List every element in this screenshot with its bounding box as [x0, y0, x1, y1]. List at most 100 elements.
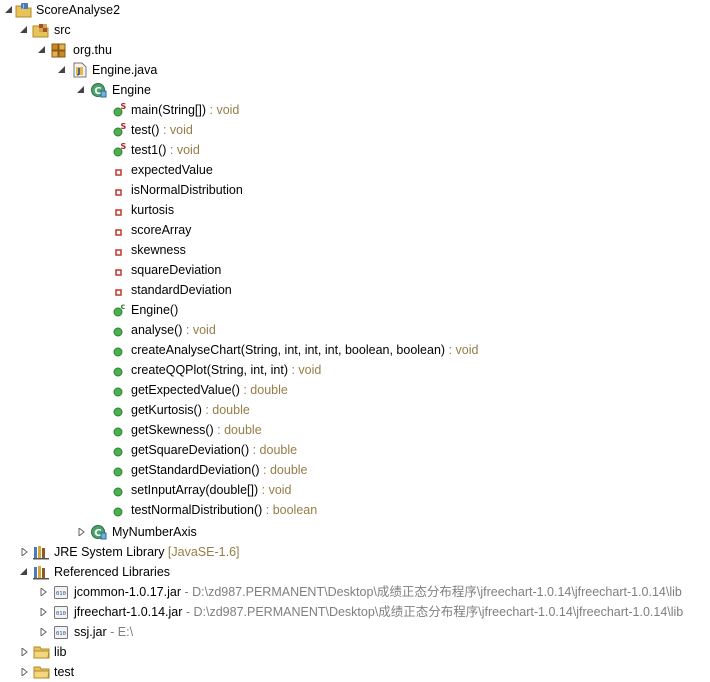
public-method-icon	[112, 402, 130, 418]
private-field-icon	[112, 162, 130, 178]
member-return-type: : void	[288, 363, 322, 377]
public-method-icon	[112, 502, 130, 518]
svg-text:S: S	[121, 102, 127, 111]
member-name: getSquareDeviation()	[131, 443, 250, 457]
jar-icon: 010	[53, 624, 71, 640]
member-name: test()	[131, 123, 160, 137]
twistie-collapsed-icon[interactable]	[40, 582, 50, 602]
member-return-type: : double	[213, 423, 262, 437]
package-icon	[50, 42, 68, 58]
twistie-collapsed-icon[interactable]	[78, 522, 88, 542]
member-name: expectedValue	[131, 163, 213, 177]
java-file-icon: J	[71, 62, 89, 78]
member-name: isNormalDistribution	[131, 183, 243, 197]
member-name: testNormalDistribution()	[131, 503, 263, 517]
member-name: standardDeviation	[131, 283, 232, 297]
folder-label: test	[54, 665, 75, 679]
private-field-icon	[112, 242, 130, 258]
folder-label: lib	[54, 645, 67, 659]
jar-path: - D:\zd987.PERMANENT\Desktop\成绩正态分布程序\jf…	[181, 585, 682, 599]
member-return-type: : void	[182, 323, 216, 337]
public-static-method-icon: S	[112, 122, 130, 138]
svg-text:010: 010	[56, 631, 66, 637]
svg-text:S: S	[121, 122, 127, 131]
class-icon: C	[90, 82, 108, 98]
svg-text:S: S	[121, 142, 127, 151]
svg-text:J: J	[77, 67, 81, 76]
package-label: org.thu	[73, 43, 112, 57]
svg-text:010: 010	[56, 611, 66, 617]
twistie-expanded-icon[interactable]	[38, 40, 48, 60]
public-method-icon	[112, 362, 130, 378]
java-project-icon: J	[15, 2, 33, 18]
member-return-type: : void	[258, 483, 292, 497]
member-name: scoreArray	[131, 223, 192, 237]
member-return-type: : void	[159, 123, 193, 137]
source-folder-icon	[32, 22, 50, 38]
public-static-method-icon: S	[112, 142, 130, 158]
jre-label: JRE System Library	[54, 545, 165, 559]
member-name: test1()	[131, 143, 167, 157]
class-icon: C	[90, 524, 108, 540]
member-return-type: : double	[259, 463, 308, 477]
member-name: analyse()	[131, 323, 183, 337]
public-static-method-icon: S	[112, 102, 130, 118]
inner-class-label: MyNumberAxis	[112, 525, 197, 539]
twistie-expanded-icon[interactable]	[20, 20, 30, 40]
member-name: getStandardDeviation()	[131, 463, 260, 477]
library-icon	[33, 544, 51, 560]
member-name: kurtosis	[131, 203, 175, 217]
member-name: setInputArray(double[])	[131, 483, 259, 497]
jar-name: jfreechart-1.0.14.jar	[74, 605, 183, 619]
jar-name: jcommon-1.0.17.jar	[74, 585, 181, 599]
member-return-type: : void	[166, 143, 200, 157]
jar-path: - D:\zd987.PERMANENT\Desktop\成绩正态分布程序\jf…	[182, 605, 684, 619]
private-field-icon	[112, 202, 130, 218]
member-name: Engine()	[131, 303, 179, 317]
package-explorer: { "tree": { "project": {"label": "ScoreA…	[0, 0, 710, 682]
folder-icon	[33, 644, 51, 660]
twistie-collapsed-icon[interactable]	[21, 542, 31, 562]
svg-text:J: J	[22, 4, 24, 10]
public-method-icon	[112, 482, 130, 498]
twistie-expanded-icon[interactable]	[58, 60, 68, 80]
public-method-icon	[112, 462, 130, 478]
constructor-icon: c	[112, 302, 130, 318]
member-return-type: : boolean	[262, 503, 318, 517]
member-name: squareDeviation	[131, 263, 222, 277]
member-return-type: : double	[249, 443, 298, 457]
svg-text:010: 010	[56, 591, 66, 597]
referenced-libraries-label: Referenced Libraries	[54, 565, 171, 579]
svg-text:c: c	[121, 302, 126, 311]
twistie-expanded-icon[interactable]	[5, 0, 15, 20]
twistie-collapsed-icon[interactable]	[40, 602, 50, 622]
jar-icon: 010	[53, 604, 71, 620]
src-label: src	[54, 23, 71, 37]
public-method-icon	[112, 422, 130, 438]
jre-version: [JavaSE-1.6]	[164, 545, 240, 559]
private-field-icon	[112, 262, 130, 278]
member-name: getExpectedValue()	[131, 383, 240, 397]
twistie-collapsed-icon[interactable]	[40, 622, 50, 642]
class-label: Engine	[112, 83, 151, 97]
twistie-expanded-icon[interactable]	[20, 562, 30, 582]
member-name: skewness	[131, 243, 186, 257]
jar-path: - E:\	[106, 625, 134, 639]
twistie-collapsed-icon[interactable]	[21, 662, 31, 682]
twistie-collapsed-icon[interactable]	[21, 642, 31, 662]
member-name: main(String[])	[131, 103, 207, 117]
public-method-icon	[112, 342, 130, 358]
jar-name: ssj.jar	[74, 625, 107, 639]
member-name: createAnalyseChart(String, int, int, int…	[131, 343, 446, 357]
member-name: createQQPlot(String, int, int)	[131, 363, 289, 377]
jar-icon: 010	[53, 584, 71, 600]
member-return-type: : double	[239, 383, 288, 397]
java-file-label: Engine.java	[92, 63, 158, 77]
private-field-icon	[112, 282, 130, 298]
member-return-type: : double	[201, 403, 250, 417]
public-method-icon	[112, 442, 130, 458]
public-method-icon	[112, 382, 130, 398]
twistie-expanded-icon[interactable]	[77, 80, 87, 100]
member-name: getSkewness()	[131, 423, 214, 437]
private-field-icon	[112, 222, 130, 238]
